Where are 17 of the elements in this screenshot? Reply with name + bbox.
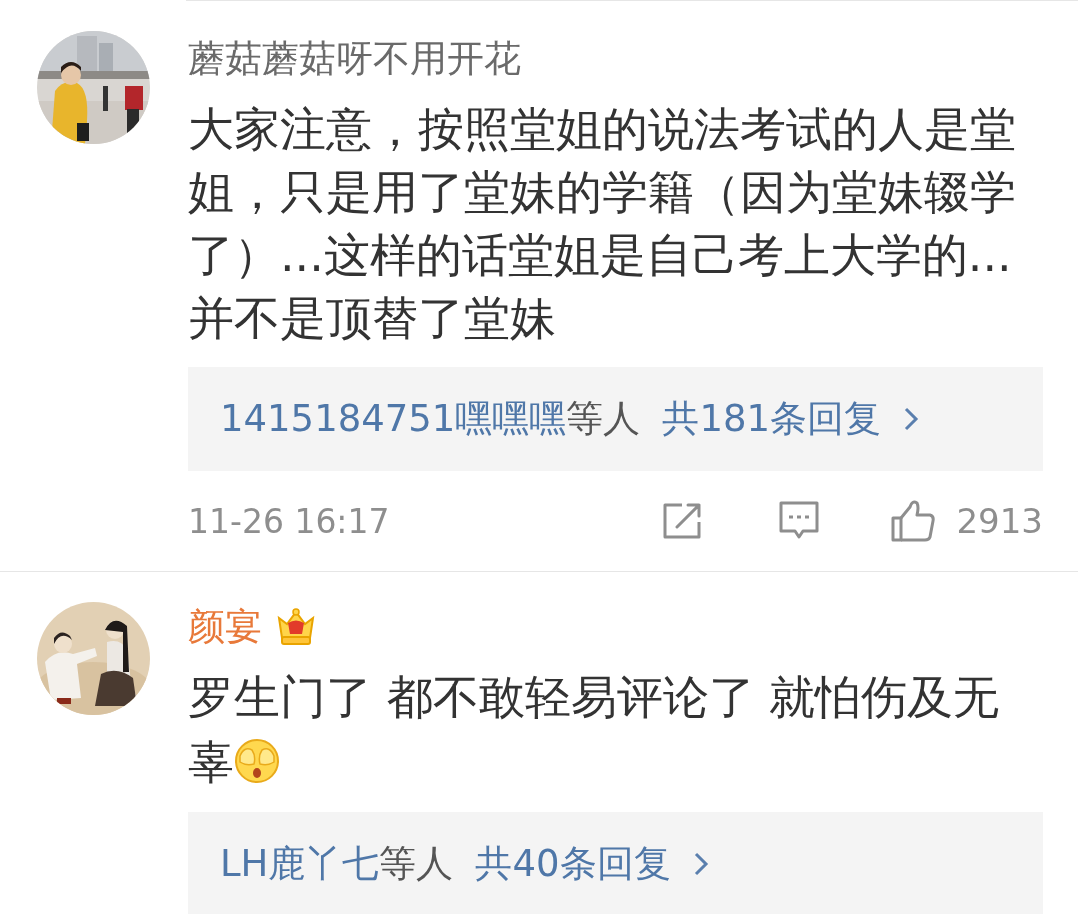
reply-users-suffix: 等人 xyxy=(566,396,641,442)
chevron-icon xyxy=(692,851,709,877)
username[interactable]: 蘑菇蘑菇呀不用开花 xyxy=(188,34,521,84)
reply-users-suffix: 等人 xyxy=(379,841,454,887)
reply-users-link[interactable]: LH鹿丫七 xyxy=(220,839,380,889)
reply-count-link[interactable]: 共181条回复 xyxy=(662,394,882,444)
comment-text: 罗生门了 都不敢轻易评论了 就怕伤及无辜 xyxy=(188,670,1000,789)
replies-panel[interactable]: LH鹿丫七等人 共40条回复 xyxy=(188,812,1043,914)
like-icon[interactable] xyxy=(890,499,937,543)
reply-count-link[interactable]: 共40条回复 xyxy=(475,839,671,889)
chevron-icon xyxy=(903,406,920,432)
replies-panel[interactable]: 1415184751嘿嘿嘿等人 共181条回复 xyxy=(188,367,1043,471)
username[interactable]: 颜宴 xyxy=(188,602,262,652)
reply-users-link[interactable]: 1415184751嘿嘿嘿 xyxy=(220,394,567,444)
like-count: 2913 xyxy=(956,501,1043,541)
comment-text: 大家注意，按照堂姐的说法考试的人是堂姐，只是用了堂妹的学籍（因为堂妹辍学了）...这样的话堂姐是自己考上大学的...并不是顶替了堂妹 xyxy=(188,102,1016,345)
comment-time: 11-26 16:17 xyxy=(188,501,390,541)
